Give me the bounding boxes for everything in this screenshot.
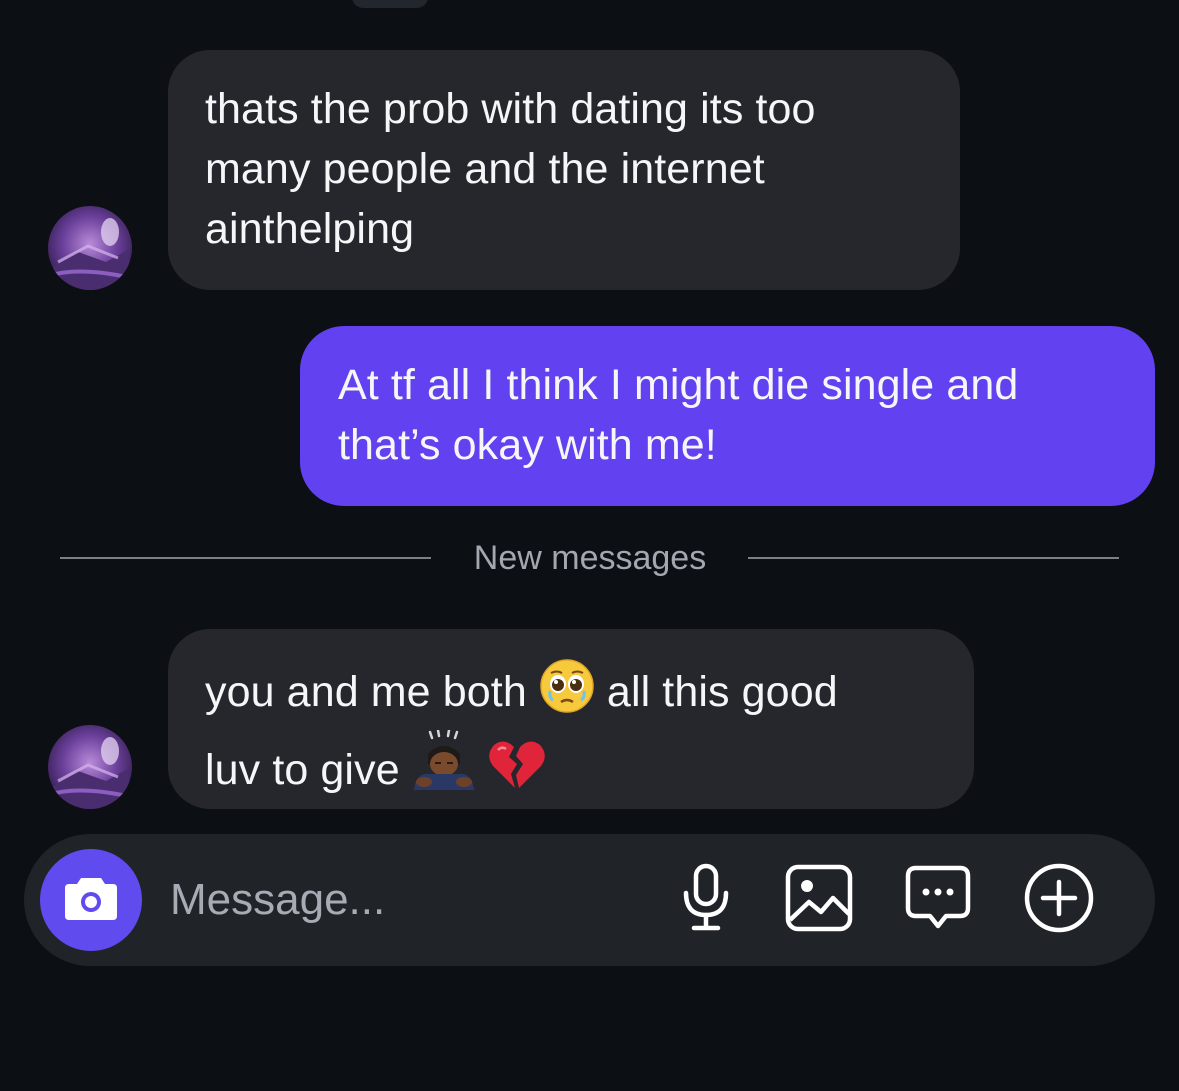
pleading-face-emoji [539, 658, 595, 730]
gallery-button[interactable] [783, 864, 855, 936]
previous-message-bubble-edge [352, 0, 428, 8]
message-text-line: At tf all I think I might die single and [338, 361, 1019, 409]
incoming-message-bubble[interactable]: you and me both all this good luv to giv… [168, 629, 974, 809]
message-text-line: you and me both all this good [205, 658, 938, 730]
incoming-message-bubble[interactable]: thats the prob with dating its too many … [168, 50, 960, 290]
sticker-button[interactable] [902, 864, 974, 936]
more-options-button[interactable] [1023, 862, 1095, 939]
camera-icon [63, 874, 119, 927]
divider-line-right [748, 557, 1119, 559]
dm-thread-screen: thats the prob with dating its too many … [0, 0, 1179, 1091]
outgoing-message-bubble[interactable]: At tf all I think I might die single and… [300, 326, 1155, 506]
person-bowing-emoji [412, 728, 476, 808]
message-text: you and me both [205, 668, 539, 716]
message-text-line: that’s okay with me! [338, 421, 717, 469]
sticker-chat-icon [904, 864, 972, 937]
message-composer: Message... [24, 834, 1155, 966]
message-text-line: luv to give [205, 728, 938, 808]
voice-message-button[interactable] [670, 863, 742, 938]
camera-button[interactable] [40, 849, 142, 951]
microphone-icon [678, 863, 734, 938]
message-text-line: thats the prob with dating its too [205, 85, 816, 133]
message-input[interactable]: Message... [170, 870, 385, 930]
divider-line-left [60, 557, 431, 559]
message-text: luv to give [205, 746, 412, 794]
sender-avatar[interactable] [48, 725, 132, 809]
broken-heart-emoji [488, 738, 546, 808]
plus-circle-icon [1023, 862, 1095, 939]
image-gallery-icon [785, 864, 853, 937]
message-text-line: ainthelping [205, 205, 415, 253]
message-text-line: many people and the internet [205, 145, 765, 193]
message-text: all this good [594, 668, 838, 716]
new-messages-divider-label: New messages [473, 539, 707, 577]
sender-avatar[interactable] [48, 206, 132, 290]
